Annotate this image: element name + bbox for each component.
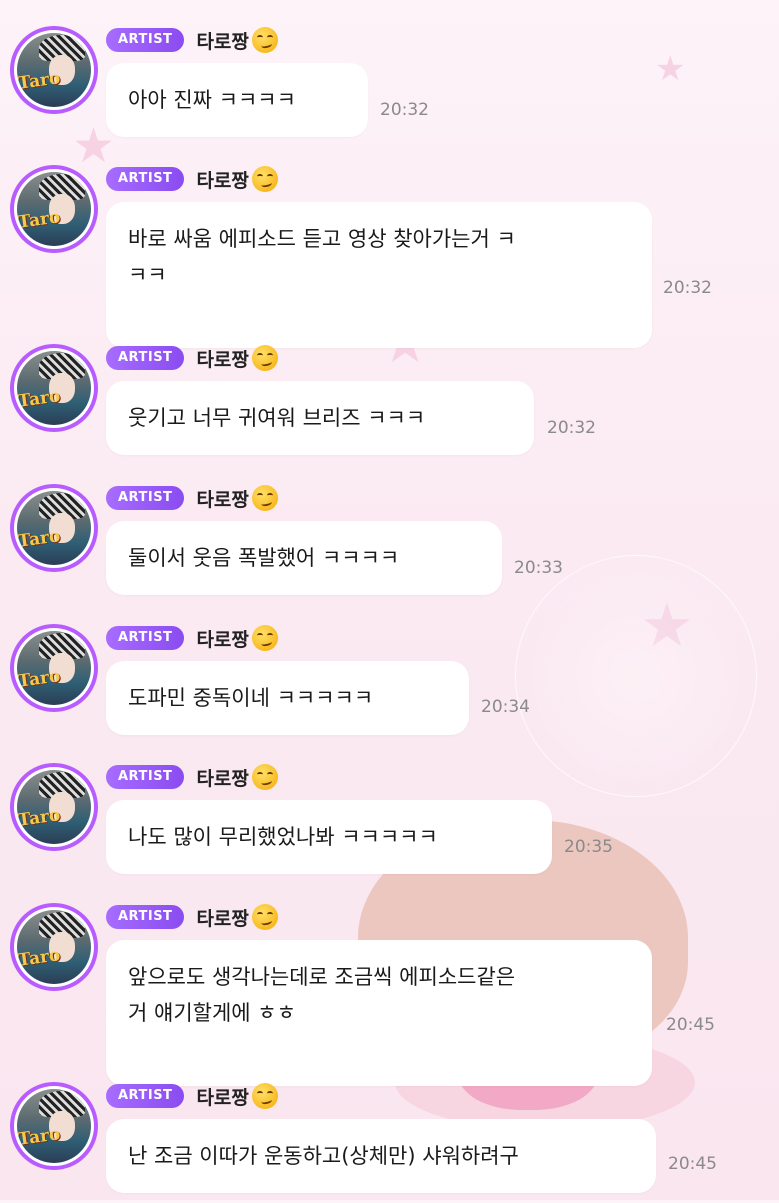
message-timestamp: 20:33 <box>514 558 563 578</box>
message-bubble[interactable]: 둘이서 웃음 폭발했어 ㅋㅋㅋㅋ <box>106 521 502 595</box>
artist-avatar[interactable]: Taro <box>10 344 98 432</box>
artist-badge: ARTIST <box>106 346 185 370</box>
artist-avatar[interactable]: Taro <box>10 903 98 991</box>
chat-message[interactable]: Taro ARTIST 타로짱 앞으로도 생각나는데로 조금씩 에피소드같은 거 … <box>0 900 779 1096</box>
chat-message[interactable]: Taro ARTIST 타로짱 나도 많이 무리했었나봐 ㅋㅋㅋㅋㅋ 20:35 <box>0 760 779 884</box>
avatar-caption: Taro <box>17 207 62 233</box>
smirking-face-icon <box>251 485 278 511</box>
avatar-photo: Taro <box>17 770 91 844</box>
artist-badge: ARTIST <box>106 28 185 52</box>
message-header: ARTIST 타로짱 <box>106 763 278 791</box>
avatar-caption: Taro <box>17 1124 62 1150</box>
message-bubble[interactable]: 난 조금 이따가 운동하고(상체만) 샤워하려구 <box>106 1119 656 1193</box>
message-text: 웃기고 너무 귀여워 브리즈 ㅋㅋㅋ <box>128 406 426 430</box>
avatar-photo: Taro <box>17 33 91 107</box>
smirking-face-icon <box>251 764 278 790</box>
artist-avatar[interactable]: Taro <box>10 26 98 114</box>
message-header: ARTIST 타로짱 <box>106 165 278 193</box>
avatar-photo: Taro <box>17 1089 91 1163</box>
message-timestamp: 20:32 <box>663 278 712 298</box>
artist-avatar[interactable]: Taro <box>10 484 98 572</box>
artist-badge: ARTIST <box>106 765 185 789</box>
artist-badge: ARTIST <box>106 905 185 929</box>
chat-message[interactable]: Taro ARTIST 타로짱 웃기고 너무 귀여워 브리즈 ㅋㅋㅋ 20:32 <box>0 341 779 465</box>
message-bubble[interactable]: 웃기고 너무 귀여워 브리즈 ㅋㅋㅋ <box>106 381 534 455</box>
sender-name[interactable]: 타로짱 <box>196 625 248 652</box>
message-text: 앞으로도 생각나는데로 조금씩 에피소드같은 거 얘기할게에 ㅎㅎ <box>128 965 516 1025</box>
message-header: ARTIST 타로짱 <box>106 1082 278 1110</box>
artist-avatar[interactable]: Taro <box>10 1082 98 1170</box>
artist-avatar[interactable]: Taro <box>10 165 98 253</box>
avatar-photo: Taro <box>17 351 91 425</box>
message-header: ARTIST 타로짱 <box>106 903 278 931</box>
avatar-photo: Taro <box>17 631 91 705</box>
message-bubble[interactable]: 앞으로도 생각나는데로 조금씩 에피소드같은 거 얘기할게에 ㅎㅎ <box>106 940 652 1086</box>
sender-name[interactable]: 타로짱 <box>196 345 248 372</box>
message-text: 난 조금 이따가 운동하고(상체만) 샤워하려구 <box>128 1144 519 1168</box>
message-header: ARTIST 타로짱 <box>106 624 278 652</box>
message-timestamp: 20:45 <box>666 1015 715 1035</box>
message-timestamp: 20:32 <box>380 100 429 120</box>
sender-name[interactable]: 타로짱 <box>196 485 248 512</box>
sender-name[interactable]: 타로짱 <box>196 166 248 193</box>
message-bubble[interactable]: 바로 싸움 에피소드 듣고 영상 찾아가는거 ㅋㅋㅋ <box>106 202 652 348</box>
artist-avatar[interactable]: Taro <box>10 624 98 712</box>
avatar-photo: Taro <box>17 172 91 246</box>
artist-badge: ARTIST <box>106 626 185 650</box>
avatar-caption: Taro <box>17 386 62 412</box>
message-timestamp: 20:45 <box>668 1154 717 1174</box>
smirking-face-icon <box>251 166 278 192</box>
chat-message[interactable]: Taro ARTIST 타로짱 도파민 중독이네 ㅋㅋㅋㅋㅋ 20:34 <box>0 621 779 745</box>
message-text: 나도 많이 무리했었나봐 ㅋㅋㅋㅋㅋ <box>128 825 438 849</box>
avatar-caption: Taro <box>17 68 62 94</box>
smirking-face-icon <box>251 345 278 371</box>
avatar-caption: Taro <box>17 945 62 971</box>
message-bubble[interactable]: 아아 진짜 ㅋㅋㅋㅋ <box>106 63 368 137</box>
chat-message[interactable]: Taro ARTIST 타로짱 둘이서 웃음 폭발했어 ㅋㅋㅋㅋ 20:33 <box>0 481 779 605</box>
message-timestamp: 20:35 <box>564 837 613 857</box>
message-text: 도파민 중독이네 ㅋㅋㅋㅋㅋ <box>128 686 374 710</box>
message-header: ARTIST 타로짱 <box>106 484 278 512</box>
artist-badge: ARTIST <box>106 167 185 191</box>
smirking-face-icon <box>251 904 278 930</box>
avatar-caption: Taro <box>17 666 62 692</box>
sender-name[interactable]: 타로짱 <box>196 764 248 791</box>
artist-avatar[interactable]: Taro <box>10 763 98 851</box>
chat-message[interactable]: Taro ARTIST 타로짱 바로 싸움 에피소드 듣고 영상 찾아가는거 ㅋ… <box>0 162 779 358</box>
artist-badge: ARTIST <box>106 486 185 510</box>
chat-message[interactable]: Taro ARTIST 타로짱 아아 진짜 ㅋㅋㅋㅋ 20:32 <box>0 23 779 147</box>
message-header: ARTIST 타로짱 <box>106 26 278 54</box>
sender-name[interactable]: 타로짱 <box>196 904 248 931</box>
artist-badge: ARTIST <box>106 1084 185 1108</box>
message-text: 아아 진짜 ㅋㅋㅋㅋ <box>128 88 296 112</box>
smirking-face-icon <box>251 1083 278 1109</box>
message-header: ARTIST 타로짱 <box>106 344 278 372</box>
smirking-face-icon <box>251 27 278 53</box>
avatar-caption: Taro <box>17 805 62 831</box>
message-timestamp: 20:32 <box>547 418 596 438</box>
avatar-caption: Taro <box>17 526 62 552</box>
avatar-photo: Taro <box>17 910 91 984</box>
avatar-photo: Taro <box>17 491 91 565</box>
message-text: 둘이서 웃음 폭발했어 ㅋㅋㅋㅋ <box>128 546 400 570</box>
message-bubble[interactable]: 나도 많이 무리했었나봐 ㅋㅋㅋㅋㅋ <box>106 800 552 874</box>
sender-name[interactable]: 타로짱 <box>196 1083 248 1110</box>
message-text: 바로 싸움 에피소드 듣고 영상 찾아가는거 ㅋㅋㅋ <box>128 227 516 287</box>
message-bubble[interactable]: 도파민 중독이네 ㅋㅋㅋㅋㅋ <box>106 661 469 735</box>
message-timestamp: 20:34 <box>481 697 530 717</box>
smirking-face-icon <box>251 625 278 651</box>
chat-message-list[interactable]: Taro ARTIST 타로짱 아아 진짜 ㅋㅋㅋㅋ 20:32 Taro AR… <box>0 0 779 1200</box>
sender-name[interactable]: 타로짱 <box>196 27 248 54</box>
chat-message[interactable]: Taro ARTIST 타로짱 난 조금 이따가 운동하고(상체만) 샤워하려구… <box>0 1079 779 1203</box>
